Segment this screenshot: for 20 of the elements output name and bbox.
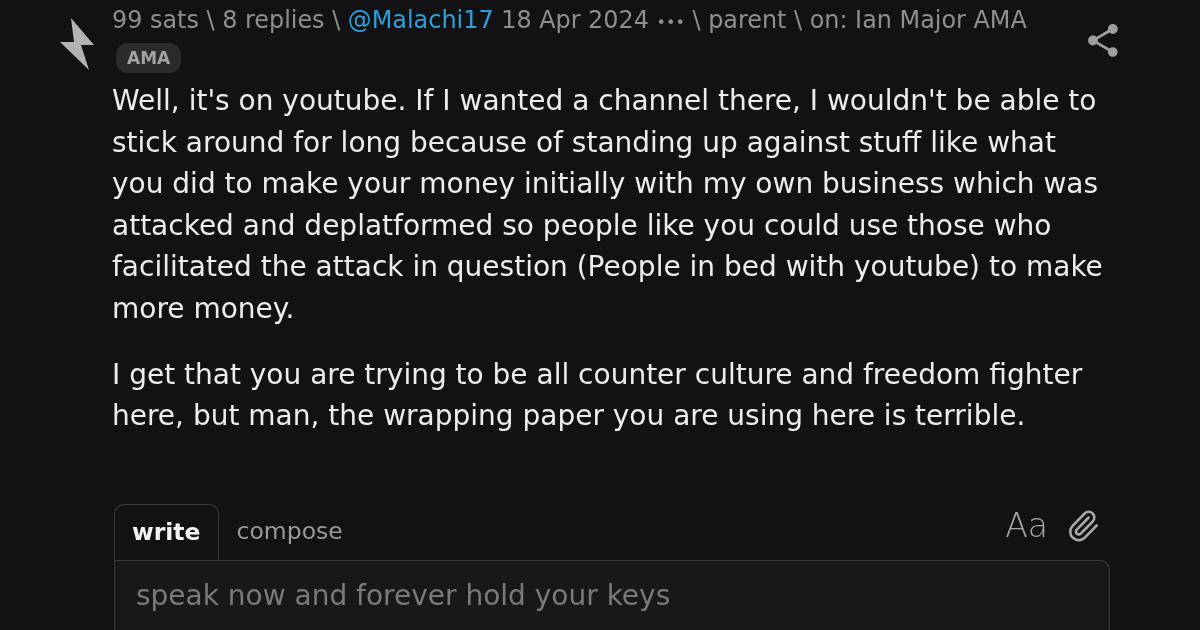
format-toggle[interactable]: Aa bbox=[1005, 507, 1048, 544]
author-link[interactable]: @Malachi17 bbox=[347, 6, 494, 34]
nav-link[interactable]: 8 replies bbox=[222, 6, 325, 34]
more-menu[interactable]: ••• bbox=[656, 13, 685, 32]
lightning-bolt-icon bbox=[58, 18, 96, 70]
sats-count: 99 sats bbox=[112, 6, 199, 34]
share-icon[interactable] bbox=[1088, 24, 1118, 57]
date-text: 18 Apr 2024 bbox=[501, 6, 649, 34]
editor-tab[interactable]: write bbox=[114, 503, 219, 560]
separator-text: \ bbox=[332, 6, 341, 34]
nav-link[interactable]: on: Ian Major AMA bbox=[809, 6, 1027, 34]
tag-label[interactable]: AMA bbox=[116, 43, 182, 73]
separator-text: \ bbox=[206, 6, 215, 34]
comment-paragraph: Well, it's on youtube. If I wanted a channel there, I wouldn't be able to stick around for long because of standing up against stuff like what you did to make your money initially with my own business which was attacked and deplatformed so people like you could use those who facilitated the attack in question (People in bed with youtube) to make more money. bbox=[112, 83, 1104, 327]
comment-field[interactable]: speak now and forever hold your keys bbox=[114, 559, 1110, 630]
nav-link[interactable]: parent bbox=[708, 6, 787, 34]
comment-paragraph: I get that you are trying to be all counter culture and freedom fighter here, but man, the wrapping paper you are using here is terrible. bbox=[112, 356, 1084, 435]
separator-text: \ bbox=[692, 6, 701, 34]
separator-text: \ bbox=[794, 6, 803, 34]
editor-tab[interactable]: compose bbox=[218, 503, 361, 560]
